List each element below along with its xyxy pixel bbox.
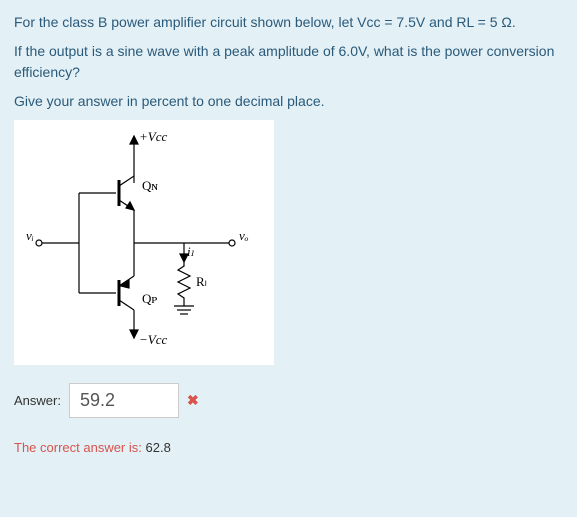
vcc-top-label: +Vcc <box>139 129 167 144</box>
answer-label: Answer: <box>14 393 61 408</box>
correct-value: 62.8 <box>146 440 171 455</box>
qn-label: Qɴ <box>142 178 158 193</box>
rl-label: Rₗ <box>196 274 207 289</box>
question-line-2: If the output is a sine wave with a peak… <box>14 41 563 83</box>
circuit-diagram: +Vcc −Vcc Qɴ Qᴘ vᵢ vₒ iₗ Rₗ <box>14 120 274 365</box>
vcc-bot-label: −Vcc <box>139 332 167 347</box>
correct-prefix: The correct answer is: <box>14 440 146 455</box>
vo-label: vₒ <box>239 228 249 243</box>
question-line-3: Give your answer in percent to one decim… <box>14 91 563 112</box>
answer-row: Answer: ✖ <box>14 383 563 418</box>
answer-input[interactable] <box>69 383 179 418</box>
circuit-svg: +Vcc −Vcc Qɴ Qᴘ vᵢ vₒ iₗ Rₗ <box>24 128 264 358</box>
question-text: For the class B power amplifier circuit … <box>14 12 563 112</box>
qp-label: Qᴘ <box>142 291 157 306</box>
incorrect-icon: ✖ <box>187 392 199 409</box>
il-label: iₗ <box>187 244 195 259</box>
question-line-1: For the class B power amplifier circuit … <box>14 12 563 33</box>
correct-answer-row: The correct answer is: 62.8 <box>14 440 563 455</box>
vi-label: vᵢ <box>26 228 34 243</box>
